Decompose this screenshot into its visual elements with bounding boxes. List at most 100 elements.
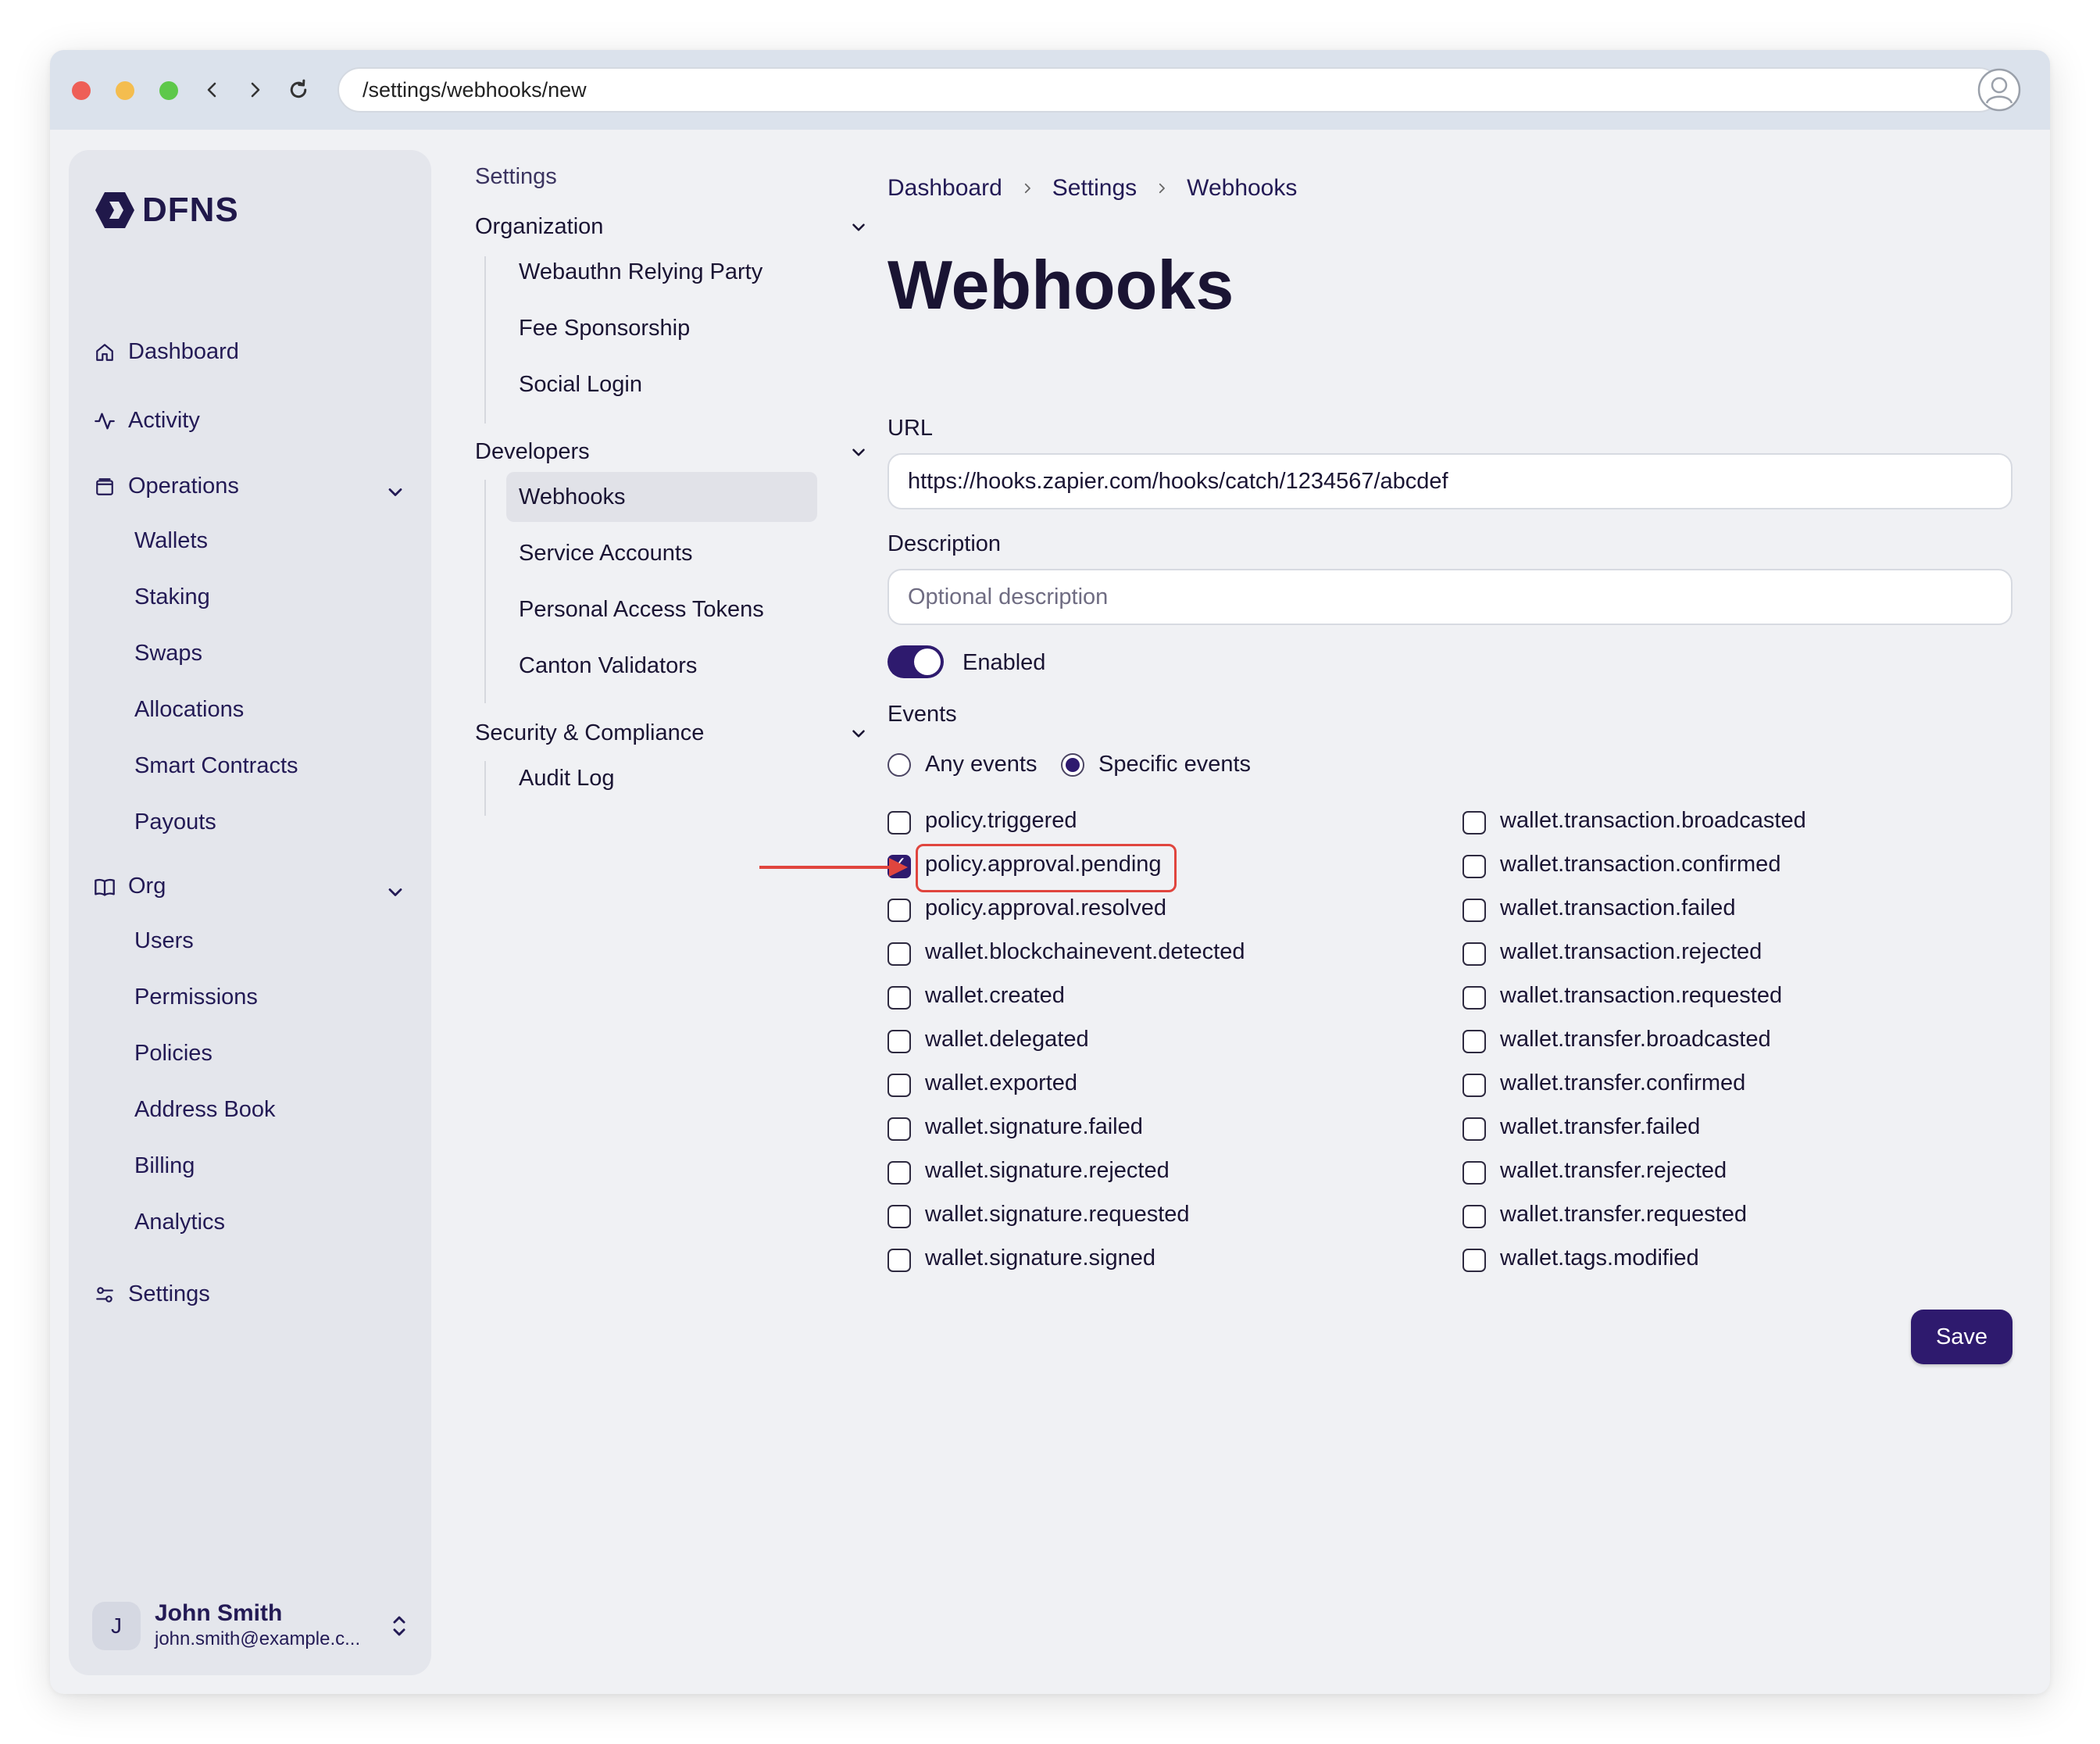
back-icon[interactable] [197, 74, 228, 105]
event-checkbox[interactable] [888, 986, 911, 1010]
event-checkbox[interactable] [1462, 1030, 1486, 1053]
event-label[interactable]: wallet.transaction.failed [1500, 895, 1735, 921]
event-label[interactable]: wallet.created [925, 983, 1065, 1009]
save-button[interactable]: Save [1911, 1310, 2012, 1364]
specific-events-radio[interactable] [1061, 753, 1084, 777]
settings-item-audit-log[interactable]: Audit Log [506, 753, 817, 803]
event-label[interactable]: wallet.delegated [925, 1027, 1089, 1052]
event-checkbox[interactable] [888, 1117, 911, 1141]
sidebar-item-permissions[interactable]: Permissions [134, 985, 258, 1010]
settings-group-organization[interactable]: Organization [475, 214, 603, 240]
sidebar-item-swaps[interactable]: Swaps [134, 641, 202, 667]
event-checkbox[interactable] [888, 1205, 911, 1228]
event-label[interactable]: wallet.transfer.rejected [1500, 1158, 1727, 1184]
profile-icon[interactable] [1977, 67, 2022, 113]
chevron-down-icon[interactable] [384, 481, 406, 503]
event-checkbox[interactable] [888, 1074, 911, 1097]
breadcrumb-webhooks[interactable]: Webhooks [1187, 175, 1297, 202]
sidebar-item-settings[interactable]: Settings [92, 1281, 210, 1307]
event-label[interactable]: wallet.transfer.confirmed [1500, 1070, 1745, 1096]
sidebar-item-billing[interactable]: Billing [134, 1153, 195, 1179]
sidebar-item-staking[interactable]: Staking [134, 584, 210, 610]
event-checkbox[interactable] [1462, 899, 1486, 922]
event-checkbox[interactable] [1462, 1205, 1486, 1228]
forward-icon[interactable] [239, 74, 270, 105]
event-label[interactable]: wallet.blockchainevent.detected [925, 939, 1245, 965]
event-checkbox[interactable] [1462, 1117, 1486, 1141]
chevron-down-icon[interactable] [848, 724, 869, 744]
annotation-highlight-box [916, 844, 1177, 892]
event-checkbox[interactable] [1462, 811, 1486, 834]
sidebar-item-policies[interactable]: Policies [134, 1041, 212, 1067]
event-label[interactable]: policy.triggered [925, 808, 1077, 834]
enabled-toggle[interactable] [888, 645, 944, 678]
event-label[interactable]: wallet.transaction.broadcasted [1500, 808, 1806, 834]
event-label[interactable]: wallet.exported [925, 1070, 1077, 1096]
sidebar-item-users[interactable]: Users [134, 928, 194, 954]
chevron-down-icon[interactable] [384, 881, 406, 903]
event-label[interactable]: wallet.signature.failed [925, 1114, 1143, 1140]
event-label[interactable]: wallet.transfer.failed [1500, 1114, 1700, 1140]
event-label[interactable]: wallet.transfer.broadcasted [1500, 1027, 1771, 1052]
event-label[interactable]: wallet.signature.signed [925, 1245, 1155, 1271]
dfns-logo[interactable]: DFNS [94, 191, 239, 230]
tree-line [484, 761, 486, 816]
chevron-down-icon[interactable] [848, 442, 869, 463]
sidebar-item-payouts[interactable]: Payouts [134, 809, 216, 835]
event-label[interactable]: policy.approval.resolved [925, 895, 1166, 921]
sidebar-item-allocations[interactable]: Allocations [134, 697, 244, 723]
event-checkbox[interactable] [1462, 1074, 1486, 1097]
event-checkbox[interactable] [888, 1249, 911, 1272]
dfns-logo-icon [95, 192, 134, 228]
address-bar[interactable]: /settings/webhooks/new [338, 67, 2002, 113]
settings-item-webauthn-relying-party[interactable]: Webauthn Relying Party [506, 247, 817, 297]
breadcrumb-dashboard[interactable]: Dashboard [888, 175, 1002, 202]
event-checkbox[interactable] [1462, 942, 1486, 966]
event-checkbox[interactable] [888, 899, 911, 922]
settings-item-webhooks[interactable]: Webhooks [506, 472, 817, 522]
close-window-button[interactable] [72, 81, 91, 100]
any-events-radio[interactable] [888, 753, 911, 777]
sidebar-item-operations[interactable]: Operations [92, 474, 239, 499]
event-checkbox[interactable] [888, 811, 911, 834]
sidebar-item-dashboard[interactable]: Dashboard [92, 339, 239, 365]
sidebar-item-wallets[interactable]: Wallets [134, 528, 208, 554]
settings-item-canton-validators[interactable]: Canton Validators [506, 641, 817, 691]
sidebar-item-smart-contracts[interactable]: Smart Contracts [134, 753, 298, 779]
description-input[interactable]: Optional description [888, 569, 2012, 625]
event-checkbox[interactable] [1462, 855, 1486, 878]
settings-group-security-compliance[interactable]: Security & Compliance [475, 720, 704, 746]
breadcrumb-settings[interactable]: Settings [1052, 175, 1137, 202]
event-checkbox[interactable] [1462, 986, 1486, 1010]
sidebar-item-org[interactable]: Org [92, 874, 166, 899]
event-label[interactable]: wallet.transfer.requested [1500, 1202, 1747, 1228]
settings-nav: Settings Organization Webauthn Relying P… [475, 150, 881, 853]
event-checkbox[interactable] [1462, 1249, 1486, 1272]
event-checkbox[interactable] [1462, 1161, 1486, 1185]
event-label[interactable]: wallet.transaction.rejected [1500, 939, 1762, 965]
minimize-window-button[interactable] [116, 81, 134, 100]
event-label[interactable]: wallet.transaction.requested [1500, 983, 1782, 1009]
event-checkbox[interactable] [888, 942, 911, 966]
avatar: J [92, 1602, 141, 1650]
settings-item-personal-access-tokens[interactable]: Personal Access Tokens [506, 584, 817, 634]
user-menu[interactable]: J John Smith john.smith@example.c... [92, 1597, 420, 1652]
reload-icon[interactable] [283, 74, 314, 105]
settings-item-fee-sponsorship[interactable]: Fee Sponsorship [506, 303, 817, 353]
event-label[interactable]: wallet.signature.rejected [925, 1158, 1170, 1184]
event-checkbox[interactable] [888, 1030, 911, 1053]
maximize-window-button[interactable] [159, 81, 178, 100]
settings-group-developers[interactable]: Developers [475, 439, 590, 465]
url-input[interactable]: https://hooks.zapier.com/hooks/catch/123… [888, 453, 2012, 509]
event-label[interactable]: wallet.transaction.confirmed [1500, 852, 1780, 877]
settings-item-service-accounts[interactable]: Service Accounts [506, 528, 817, 578]
event-label[interactable]: wallet.tags.modified [1500, 1245, 1699, 1271]
chevron-down-icon[interactable] [848, 217, 869, 238]
sidebar-item-activity[interactable]: Activity [92, 408, 200, 434]
sidebar-item-analytics[interactable]: Analytics [134, 1210, 225, 1235]
event-checkbox[interactable] [888, 1161, 911, 1185]
sidebar-item-address-book[interactable]: Address Book [134, 1097, 276, 1123]
chevron-up-down-icon[interactable] [388, 1613, 411, 1639]
event-label[interactable]: wallet.signature.requested [925, 1202, 1190, 1228]
settings-item-social-login[interactable]: Social Login [506, 359, 817, 409]
